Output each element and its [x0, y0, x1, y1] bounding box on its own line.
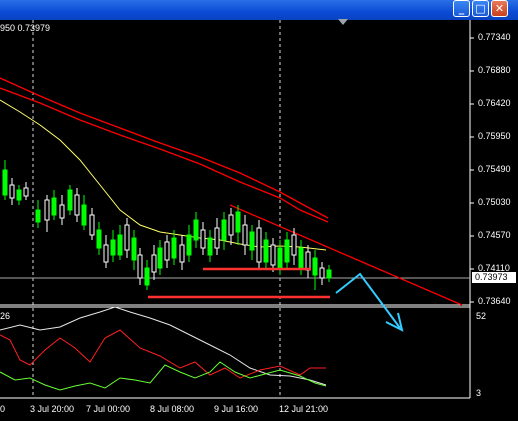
price-label: 0.75950	[478, 131, 511, 141]
candle-body	[256, 227, 262, 263]
price-label: 0.73640	[478, 296, 511, 306]
candle-body	[228, 214, 234, 236]
time-label: 3 Jul 20:00	[30, 404, 75, 414]
candle-body	[207, 237, 213, 256]
price-label: 0.77340	[478, 32, 511, 42]
candle-body	[157, 247, 163, 269]
candle-body	[110, 239, 116, 256]
time-label: 7 Jul 00:00	[86, 404, 131, 414]
time-label: 0	[0, 404, 6, 414]
price-axis-ticks	[470, 37, 474, 303]
candle-body	[186, 234, 192, 256]
candle-body	[74, 194, 80, 216]
price-label: 0.75490	[478, 164, 511, 174]
candle-body	[179, 244, 185, 263]
candle-body	[270, 244, 276, 266]
time-label: 8 Jul 08:00	[150, 404, 195, 414]
candle-body	[35, 209, 41, 223]
candle-body	[9, 184, 15, 199]
candle-body	[96, 229, 102, 249]
indicator-line-white	[0, 306, 327, 386]
candle-body	[200, 229, 206, 249]
candle-body	[2, 169, 8, 196]
indicator-name: 26	[0, 311, 11, 321]
candle-body	[144, 267, 150, 286]
candle-body	[117, 234, 123, 256]
candle-body	[44, 199, 50, 221]
candle-body	[319, 267, 325, 279]
candle-body	[124, 224, 130, 251]
candle-body	[242, 224, 248, 246]
forecast-arrow	[335, 272, 401, 329]
candle-body	[171, 237, 177, 259]
candle-body	[326, 269, 332, 279]
price-label: 0.76880	[478, 65, 511, 75]
candle-body	[312, 257, 318, 276]
candle-body	[284, 239, 290, 263]
candle-body	[263, 239, 269, 263]
current-price-tag: 0.73973	[472, 272, 516, 283]
candle-body	[235, 211, 241, 233]
candle-body	[164, 241, 170, 261]
candle-body	[193, 219, 199, 241]
candlesticks	[2, 160, 332, 290]
candle-body	[137, 254, 143, 279]
candle-body	[214, 227, 220, 249]
candle-body	[298, 247, 304, 269]
indicator-level-bottom: 3	[476, 388, 482, 398]
candle-body	[67, 189, 73, 211]
candle-body	[51, 197, 57, 216]
price-label: 0.76420	[478, 98, 511, 108]
candle-body	[103, 244, 109, 263]
candle-body	[249, 231, 255, 251]
candle-body	[151, 254, 157, 273]
candle-body	[305, 251, 311, 271]
candle-body	[81, 204, 87, 226]
time-label: 12 Jul 21:00	[279, 404, 329, 414]
candle-body	[89, 214, 95, 236]
candle-body	[16, 189, 22, 201]
price-label: 0.75030	[478, 197, 511, 207]
price-label: 0.74570	[478, 230, 511, 240]
ma-fast-line	[0, 99, 327, 251]
chart-canvas	[0, 20, 474, 399]
candle-body	[23, 187, 29, 197]
candle-body	[221, 219, 227, 241]
candle-body	[59, 204, 65, 219]
time-label: 9 Jul 16:00	[214, 404, 259, 414]
terminal-window: _ □ ✕ 950 0.73979 0.77340 0.76880 0.7642…	[0, 0, 518, 421]
candle-body	[277, 247, 283, 269]
candle-body	[291, 234, 297, 256]
indicator-level-top: 52	[476, 311, 487, 321]
candle-body	[131, 237, 137, 261]
